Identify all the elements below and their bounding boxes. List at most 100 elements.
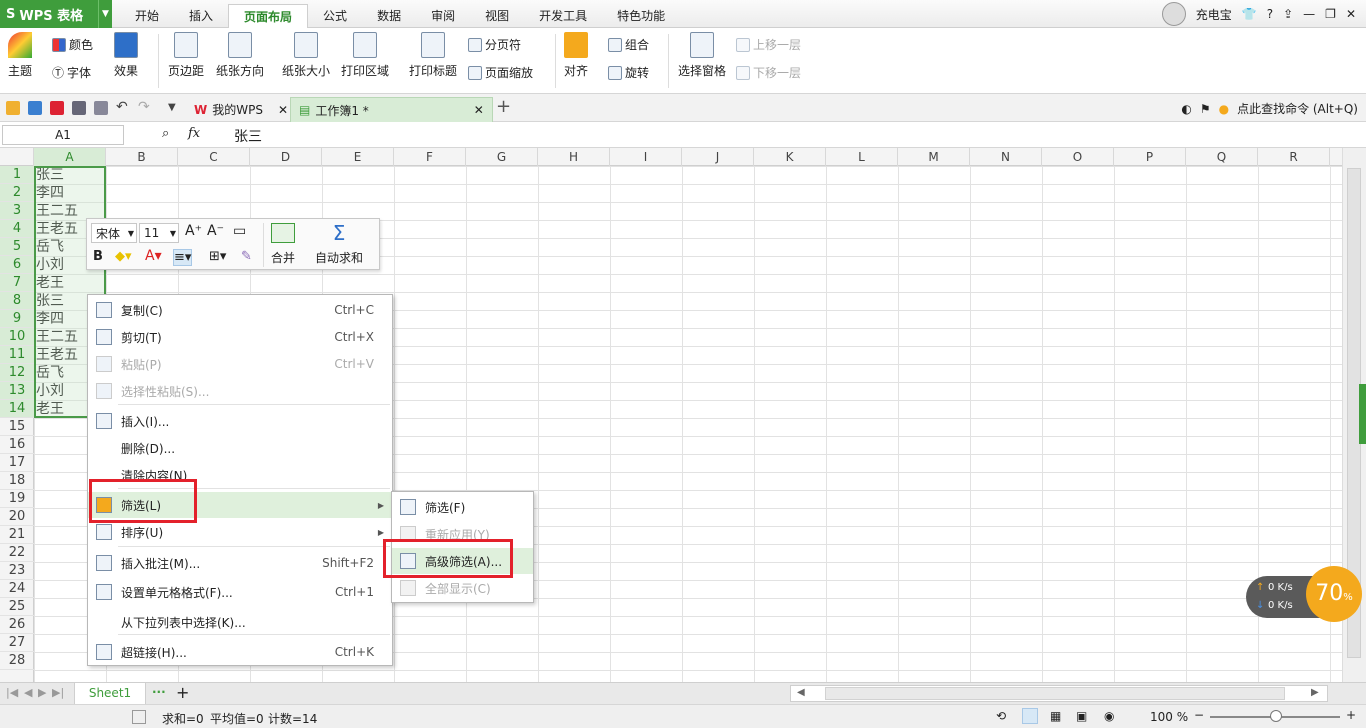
help-icon[interactable]: ? bbox=[1267, 7, 1273, 21]
merge-button[interactable]: 合并 bbox=[271, 223, 295, 266]
column-header[interactable]: M bbox=[898, 148, 970, 166]
font-button[interactable]: Ⓣ 字体 bbox=[52, 64, 91, 81]
row-header[interactable]: 15 bbox=[0, 418, 34, 436]
zoom-in-icon[interactable]: + bbox=[1346, 708, 1356, 722]
row-header[interactable]: 2 bbox=[0, 184, 34, 202]
app-menu-button[interactable]: S WPS 表格 ▼ bbox=[0, 0, 112, 28]
column-header[interactable]: A bbox=[34, 148, 106, 166]
bold-icon[interactable]: B bbox=[93, 249, 103, 264]
sheet-tab-sheet1[interactable]: Sheet1 bbox=[74, 683, 146, 705]
close-icon[interactable]: ✕ bbox=[278, 103, 288, 117]
row-header[interactable]: 23 bbox=[0, 562, 34, 580]
column-header[interactable]: O bbox=[1042, 148, 1114, 166]
row-header[interactable]: 27 bbox=[0, 634, 34, 652]
wrap-icon[interactable]: ▭ bbox=[233, 223, 246, 239]
column-header[interactable]: C bbox=[178, 148, 250, 166]
column-header[interactable]: B bbox=[106, 148, 178, 166]
align-center-icon[interactable]: ≡▾ bbox=[173, 249, 193, 266]
share-icon[interactable]: ⇪ bbox=[1283, 7, 1293, 21]
zoom-slider-handle[interactable] bbox=[1270, 710, 1282, 722]
align-button[interactable]: 对齐 bbox=[564, 32, 588, 79]
row-header[interactable]: 26 bbox=[0, 616, 34, 634]
close-icon[interactable]: ✕ bbox=[474, 103, 484, 117]
name-box[interactable]: A1 bbox=[2, 125, 124, 145]
page-layout-icon[interactable]: ▦ bbox=[1050, 709, 1061, 723]
column-header[interactable]: G bbox=[466, 148, 538, 166]
close-icon[interactable]: ✕ bbox=[1346, 7, 1356, 21]
more-sheets-icon[interactable]: ··· bbox=[152, 685, 166, 699]
column-header[interactable]: P bbox=[1114, 148, 1186, 166]
column-header[interactable]: K bbox=[754, 148, 826, 166]
paper-size-button[interactable]: 纸张大小 bbox=[282, 32, 330, 79]
row-header[interactable]: 20 bbox=[0, 508, 34, 526]
row-header[interactable]: 3 bbox=[0, 202, 34, 220]
row-header[interactable]: 11 bbox=[0, 346, 34, 364]
memory-percent-badge[interactable]: 70% bbox=[1306, 566, 1362, 622]
effect-button[interactable]: 效果 bbox=[114, 32, 138, 79]
row-header[interactable]: 17 bbox=[0, 454, 34, 472]
row-header[interactable]: 5 bbox=[0, 238, 34, 256]
font-color-icon[interactable]: A▾ bbox=[145, 248, 162, 264]
row-header[interactable]: 1 bbox=[0, 166, 34, 184]
column-header[interactable]: Q bbox=[1186, 148, 1258, 166]
reading-view-icon[interactable]: ◉ bbox=[1104, 709, 1114, 723]
menu-item-paste[interactable]: 粘贴(P) Ctrl+V bbox=[88, 351, 392, 377]
send-backward-button[interactable]: 下移一层 bbox=[736, 64, 801, 81]
print-icon[interactable] bbox=[72, 101, 86, 115]
column-header[interactable]: E bbox=[322, 148, 394, 166]
zoom-out-icon[interactable]: − bbox=[1194, 708, 1204, 722]
submenu-item-show-all[interactable]: 全部显示(C) bbox=[392, 575, 533, 601]
decrease-font-icon[interactable]: A⁻ bbox=[207, 223, 224, 239]
normal-view-icon[interactable] bbox=[1022, 708, 1038, 724]
font-size-select[interactable]: 11 ▼ bbox=[139, 223, 179, 243]
column-header[interactable]: J bbox=[682, 148, 754, 166]
first-sheet-icon[interactable]: |◀ bbox=[6, 686, 18, 699]
row-header[interactable]: 7 bbox=[0, 274, 34, 292]
row-header[interactable]: 10 bbox=[0, 328, 34, 346]
menu-item-insert[interactable]: 插入(I)... bbox=[88, 408, 392, 434]
row-header[interactable]: 4 bbox=[0, 220, 34, 238]
margin-button[interactable]: 页边距 bbox=[168, 32, 204, 79]
pdf-icon[interactable] bbox=[50, 101, 64, 115]
increase-font-icon[interactable]: A⁺ bbox=[185, 223, 202, 239]
row-header[interactable]: 9 bbox=[0, 310, 34, 328]
tab-workbook[interactable]: ▤ 工作簿1 * ✕ bbox=[290, 97, 493, 122]
menu-item-hyperlink[interactable]: 超链接(H)... Ctrl+K bbox=[88, 639, 392, 665]
menu-item-comment[interactable]: 插入批注(M)... Shift+F2 bbox=[88, 550, 392, 576]
tab-2[interactable]: 页面布局 bbox=[228, 4, 309, 28]
theme-button[interactable]: 主题 bbox=[8, 32, 32, 79]
row-header[interactable]: 19 bbox=[0, 490, 34, 508]
add-sheet-button[interactable]: + bbox=[176, 683, 189, 702]
menu-item-format-cells[interactable]: 设置单元格格式(F)... Ctrl+1 bbox=[88, 579, 392, 605]
row-header[interactable]: 28 bbox=[0, 652, 34, 670]
font-family-select[interactable]: 宋体 ▼ bbox=[91, 223, 137, 243]
next-sheet-icon[interactable]: ▶ bbox=[38, 686, 46, 699]
menu-item-cut[interactable]: 剪切(T) Ctrl+X bbox=[88, 324, 392, 350]
row-header[interactable]: 22 bbox=[0, 544, 34, 562]
print-area-button[interactable]: 打印区域 bbox=[341, 32, 389, 79]
zoom-icon[interactable]: ⌕ bbox=[162, 126, 169, 141]
new-tab-icon[interactable]: + bbox=[496, 98, 511, 116]
tab-1[interactable]: 插入 bbox=[174, 4, 228, 28]
scroll-right-icon[interactable]: ▶ bbox=[1311, 687, 1319, 698]
row-header[interactable]: 12 bbox=[0, 364, 34, 382]
column-header[interactable]: I bbox=[610, 148, 682, 166]
tab-0[interactable]: 开始 bbox=[120, 4, 174, 28]
horizontal-scrollbar[interactable]: ◀ ▶ bbox=[790, 685, 1328, 702]
submenu-item-filter[interactable]: 筛选(F) bbox=[392, 494, 533, 520]
column-header[interactable]: L bbox=[826, 148, 898, 166]
formula-input[interactable]: 张三 bbox=[234, 126, 262, 146]
tab-7[interactable]: 开发工具 bbox=[524, 4, 602, 28]
row-header[interactable]: 13 bbox=[0, 382, 34, 400]
menu-item-delete[interactable]: 删除(D)... bbox=[88, 435, 392, 461]
history-icon[interactable]: ⟲ bbox=[996, 709, 1006, 723]
page-break-button[interactable]: 分页符 bbox=[468, 36, 521, 53]
format-painter-icon[interactable]: ✎ bbox=[241, 249, 252, 264]
menu-item-paste-special[interactable]: 选择性粘贴(S)... bbox=[88, 378, 392, 404]
column-header[interactable]: R bbox=[1258, 148, 1330, 166]
page-break-view-icon[interactable]: ▣ bbox=[1076, 709, 1087, 723]
row-header[interactable]: 6 bbox=[0, 256, 34, 274]
color-button[interactable]: 颜色 bbox=[52, 36, 93, 53]
column-header[interactable]: D bbox=[250, 148, 322, 166]
scroll-thumb[interactable] bbox=[825, 687, 1285, 700]
